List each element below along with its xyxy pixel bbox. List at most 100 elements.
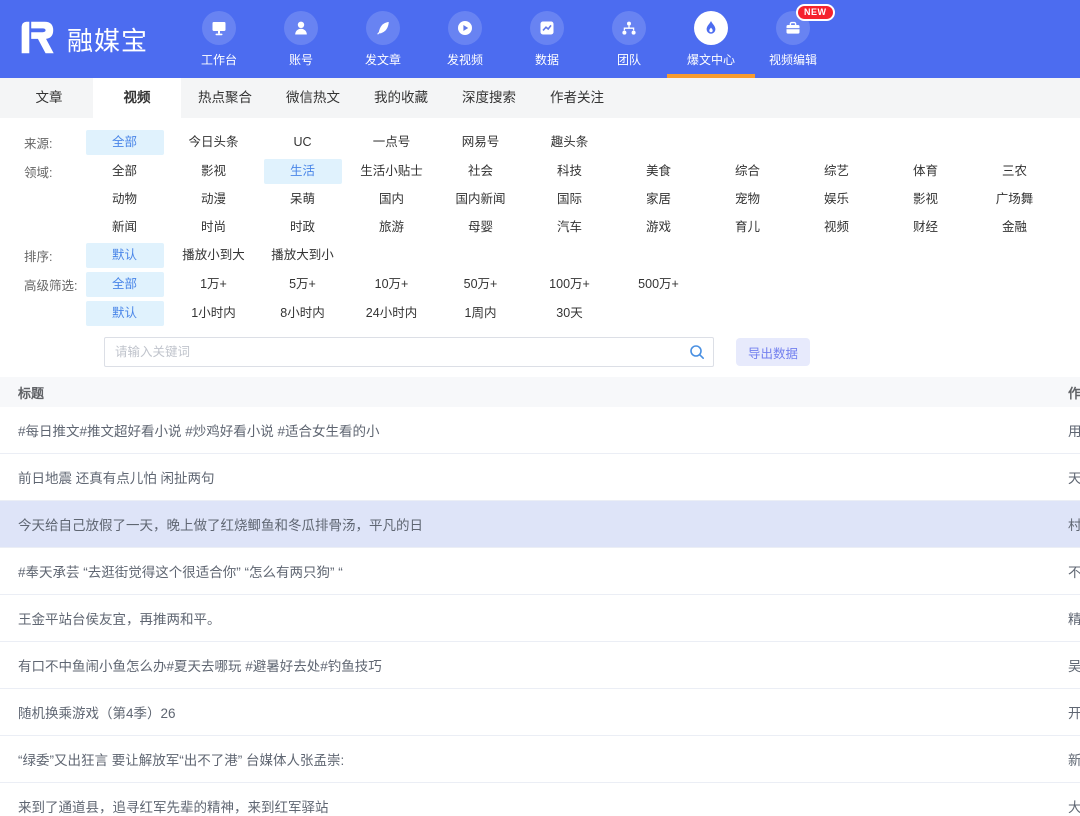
domain-chip[interactable]: 新闻 [86,215,164,240]
sort-chip[interactable]: 默认 [86,243,164,268]
domain-chip[interactable]: 母婴 [442,215,520,240]
tab-author-follow[interactable]: 作者关注 [533,78,621,118]
source-chip[interactable]: UC [264,130,342,155]
time-range-chip[interactable]: 1周内 [442,301,520,326]
brand-logo-icon [14,15,58,64]
nav-item-data[interactable]: 数据 [506,0,588,78]
row-title[interactable]: #每日推文#推文超好看小说 #炒鸡好看小说 #适合女生看的小 [0,420,1068,440]
tab-my-favorites[interactable]: 我的收藏 [357,78,445,118]
play-count-chip[interactable]: 全部 [86,272,164,297]
row-title[interactable]: 今天给自己放假了一天，晚上做了红烧鲫鱼和冬瓜排骨汤，平凡的日 [0,514,1068,534]
domain-chip[interactable]: 生活 [264,159,342,184]
domain-chip[interactable]: 国际 [531,187,609,212]
tab-video[interactable]: 视频 [93,78,181,118]
domain-chip[interactable]: 金融 [976,215,1054,240]
brand[interactable]: 融媒宝 [14,15,172,64]
domain-chip[interactable]: 汽车 [531,215,609,240]
table-row[interactable]: #奉天承芸 “去逛街觉得这个很适合你” “怎么有两只狗” “ 不 [0,548,1080,595]
play-count-chip[interactable]: 10万+ [353,272,431,297]
table-row[interactable]: “绿委”又出狂言 要让解放军“出不了港” 台媒体人张孟崇: 新 [0,736,1080,783]
table-row[interactable]: #每日推文#推文超好看小说 #炒鸡好看小说 #适合女生看的小 用 [0,407,1080,454]
domain-chip[interactable]: 科技 [531,159,609,184]
sort-chip[interactable]: 播放小到大 [175,243,253,268]
export-data-button[interactable]: 导出数据 [736,338,810,366]
time-range-chip[interactable]: 30天 [531,301,609,326]
domain-chip[interactable]: 财经 [887,215,965,240]
nav-item-account[interactable]: 账号 [260,0,342,78]
nav-label: 发视频 [447,51,483,68]
row-title[interactable]: 前日地震 还真有点儿怕 闲扯两句 [0,467,1068,487]
table-row-highlighted[interactable]: 今天给自己放假了一天，晚上做了红烧鲫鱼和冬瓜排骨汤，平凡的日 村 [0,501,1080,548]
domain-chip[interactable]: 广场舞 [976,187,1054,212]
domain-chip[interactable]: 宠物 [709,187,787,212]
tab-hotspot-aggregation[interactable]: 热点聚合 [181,78,269,118]
tab-wechat-hot[interactable]: 微信热文 [269,78,357,118]
table-row[interactable]: 有口不中鱼闹小鱼怎么办#夏天去哪玩 #避暑好去处#钓鱼技巧 吴 [0,642,1080,689]
table-row[interactable]: 前日地震 还真有点儿怕 闲扯两句 天 [0,454,1080,501]
play-count-chip[interactable]: 5万+ [264,272,342,297]
domain-chip[interactable]: 影视 [175,159,253,184]
nav-label: 团队 [617,51,641,68]
domain-chip[interactable]: 时尚 [175,215,253,240]
table-row[interactable]: 来到了通道县，追寻红军先辈的精神，来到红军驿站 大 [0,783,1080,816]
domain-chip[interactable]: 美食 [620,159,698,184]
domain-chip[interactable]: 动漫 [175,187,253,212]
nav-label: 发文章 [365,51,401,68]
row-title[interactable]: “绿委”又出狂言 要让解放军“出不了港” 台媒体人张孟崇: [0,749,1068,769]
domain-chip[interactable]: 影视 [887,187,965,212]
source-chip[interactable]: 趣头条 [531,130,609,155]
time-range-chip[interactable]: 1小时内 [175,301,253,326]
source-chip[interactable]: 一点号 [353,130,431,155]
play-count-chip[interactable]: 500万+ [620,272,698,297]
time-range-chip[interactable]: 24小时内 [353,301,431,326]
domain-chip[interactable]: 娱乐 [798,187,876,212]
domain-chip[interactable]: 动物 [86,187,164,212]
domain-chip[interactable]: 三农 [976,159,1054,184]
play-count-chip[interactable]: 1万+ [175,272,253,297]
nav-item-hot-article-center[interactable]: 爆文中心 [670,0,752,78]
tab-deep-search[interactable]: 深度搜索 [445,78,533,118]
filter-row-sort: 排序: 默认 播放小到大 播放大到小 [24,241,1080,270]
row-title[interactable]: 随机换乘游戏（第4季）26 [0,702,1068,722]
domain-chip[interactable]: 国内 [353,187,431,212]
nav-item-video-editor[interactable]: NEW 视频编辑 [752,0,834,78]
domain-chip[interactable]: 呆萌 [264,187,342,212]
domain-chip[interactable]: 育儿 [709,215,787,240]
domain-chip[interactable]: 综艺 [798,159,876,184]
play-count-chip[interactable]: 100万+ [531,272,609,297]
source-chip[interactable]: 今日头条 [175,130,253,155]
nav-item-workbench[interactable]: 工作台 [178,0,260,78]
filter-row-domain-1: 领域: 全部 影视 生活 生活小贴士 社会 科技 美食 综合 综艺 体育 三农 [24,157,1080,185]
domain-chip[interactable]: 社会 [442,159,520,184]
domain-chip[interactable]: 综合 [709,159,787,184]
table-row[interactable]: 王金平站台侯友宜，再推两和平。 精 [0,595,1080,642]
row-title[interactable]: 王金平站台侯友宜，再推两和平。 [0,608,1068,628]
row-title[interactable]: 来到了通道县，追寻红军先辈的精神，来到红军驿站 [0,796,1068,816]
play-count-chip[interactable]: 50万+ [442,272,520,297]
domain-chip[interactable]: 旅游 [353,215,431,240]
nav-item-team[interactable]: 团队 [588,0,670,78]
search-input[interactable] [104,337,714,367]
row-title[interactable]: #奉天承芸 “去逛街觉得这个很适合你” “怎么有两只狗” “ [0,561,1068,581]
time-range-chip[interactable]: 8小时内 [264,301,342,326]
source-chip[interactable]: 全部 [86,130,164,155]
domain-chip[interactable]: 体育 [887,159,965,184]
source-chip[interactable]: 网易号 [442,130,520,155]
table-row[interactable]: 随机换乘游戏（第4季）26 开 [0,689,1080,736]
nav-item-publish-video[interactable]: 发视频 [424,0,506,78]
search-icon[interactable] [688,343,706,366]
domain-chip[interactable]: 国内新闻 [442,187,520,212]
domain-chip[interactable]: 视频 [798,215,876,240]
domain-chip[interactable]: 家居 [620,187,698,212]
domain-chip[interactable]: 游戏 [620,215,698,240]
nav-item-publish-article[interactable]: 发文章 [342,0,424,78]
domain-chip[interactable]: 时政 [264,215,342,240]
domain-chip[interactable]: 全部 [86,159,164,184]
sort-chip[interactable]: 播放大到小 [264,243,342,268]
domain-chip[interactable]: 生活小贴士 [353,159,431,184]
nav-label: 爆文中心 [687,51,735,68]
active-nav-indicator [667,74,755,78]
time-range-chip[interactable]: 默认 [86,301,164,326]
tab-article[interactable]: 文章 [5,78,93,118]
row-title[interactable]: 有口不中鱼闹小鱼怎么办#夏天去哪玩 #避暑好去处#钓鱼技巧 [0,655,1068,675]
